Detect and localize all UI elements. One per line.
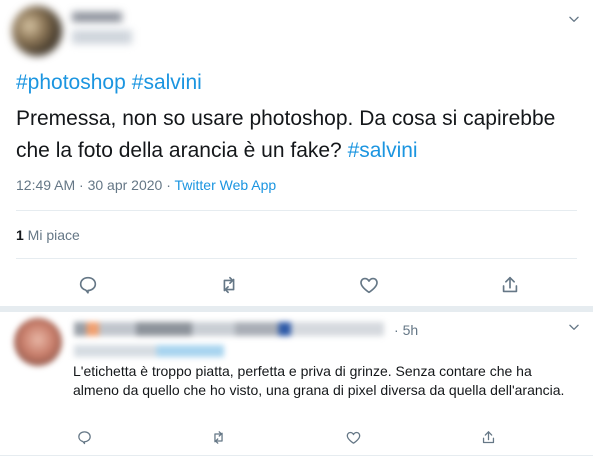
share-icon[interactable] xyxy=(497,272,523,298)
reply-text: L'etichetta è troppo piatta, perfetta e … xyxy=(73,363,565,398)
heart-icon[interactable] xyxy=(356,272,382,298)
heart-icon[interactable] xyxy=(340,424,366,450)
chevron-down-icon[interactable] xyxy=(567,320,581,334)
tweet-meta: 12:49 AM · 30 apr 2020 · Twitter Web App xyxy=(16,177,276,193)
timestamp-link[interactable]: 12:49 AM · 30 apr 2020 · xyxy=(16,177,175,193)
reply-author-redacted[interactable] xyxy=(74,322,384,336)
chevron-down-icon[interactable] xyxy=(567,12,581,26)
hashtag-line: #photoshop #salvini xyxy=(16,71,208,95)
section-separator xyxy=(0,306,593,312)
author-name-redacted[interactable] xyxy=(72,12,122,22)
reply-handle-redacted[interactable] xyxy=(74,345,224,357)
divider xyxy=(16,258,577,259)
source-link[interactable]: Twitter Web App xyxy=(175,177,277,193)
separator-dot: · xyxy=(394,322,399,338)
likes-number: 1 xyxy=(16,227,24,243)
retweet-icon[interactable] xyxy=(216,272,242,298)
divider xyxy=(16,210,577,211)
hashtag-link[interactable]: #salvini xyxy=(348,139,418,162)
likes-label: Mi piace xyxy=(23,227,80,243)
author-handle-redacted[interactable] xyxy=(72,30,132,44)
reply-avatar[interactable] xyxy=(14,318,62,366)
tweet-body: Premessa, non so usare photoshop. Da cos… xyxy=(16,107,556,162)
reply-time[interactable]: · 5h xyxy=(394,322,418,338)
likes-count[interactable]: 1 Mi piace xyxy=(16,227,80,243)
tweet-text: Premessa, non so usare photoshop. Da cos… xyxy=(16,103,586,167)
reply-icon[interactable] xyxy=(75,272,101,298)
avatar[interactable] xyxy=(12,6,62,56)
retweet-icon[interactable] xyxy=(205,424,231,450)
reply-icon[interactable] xyxy=(71,424,97,450)
reply-timestamp[interactable]: 5h xyxy=(403,322,419,338)
divider xyxy=(0,455,593,456)
hashtag-link[interactable]: #salvini xyxy=(132,71,202,94)
share-icon[interactable] xyxy=(475,424,501,450)
hashtag-link[interactable]: #photoshop xyxy=(16,71,126,94)
